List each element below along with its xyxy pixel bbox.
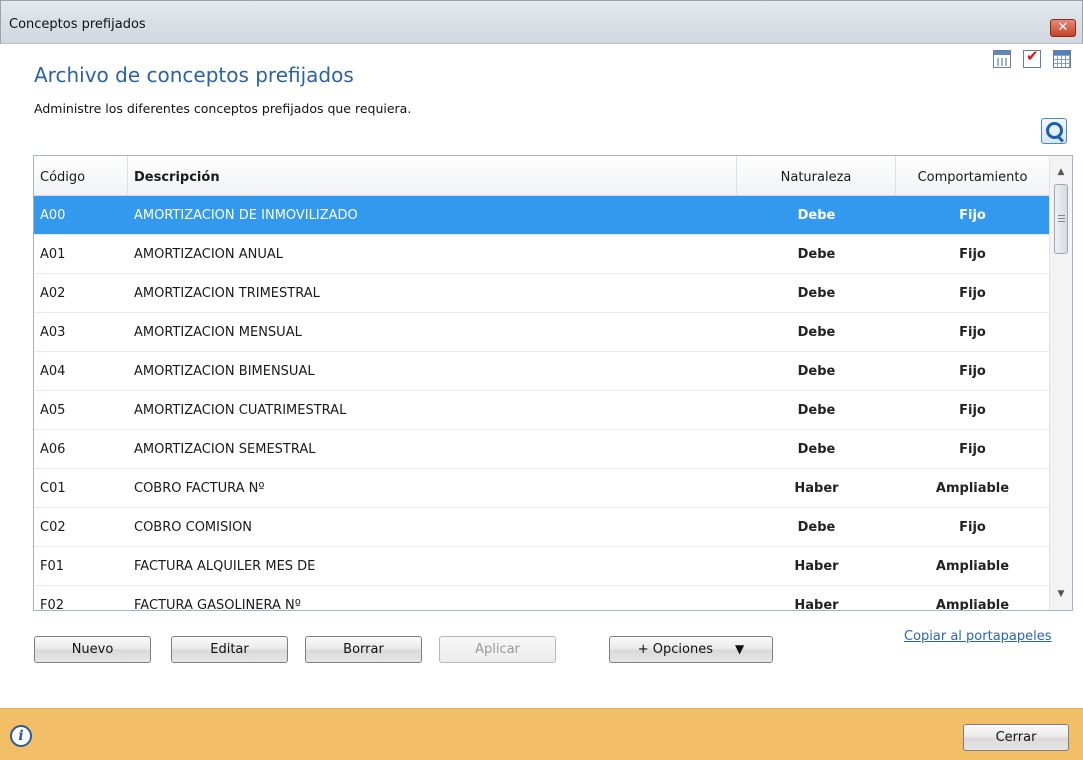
window-title: Conceptos prefijados: [9, 17, 146, 32]
chevron-down-icon: ▼: [735, 642, 745, 656]
table-row[interactable]: F02 FACTURA GASOLINERA Nº Haber Ampliable: [34, 586, 1049, 611]
column-header-behavior[interactable]: Comportamiento: [896, 156, 1049, 196]
search-button[interactable]: [1041, 118, 1067, 144]
grid-calendar-icon[interactable]: [1053, 50, 1071, 68]
cell-behavior: Fijo: [959, 442, 986, 457]
cell-code: A01: [40, 247, 66, 262]
cell-nature: Debe: [797, 403, 836, 418]
cell-code: F02: [40, 598, 65, 611]
cell-code: C01: [40, 481, 66, 496]
page-title: Archivo de conceptos prefijados: [34, 63, 354, 87]
table-row[interactable]: A01 AMORTIZACION ANUAL Debe Fijo: [34, 235, 1049, 274]
cell-behavior: Fijo: [959, 247, 986, 262]
cell-code: C02: [40, 520, 66, 535]
scroll-thumb[interactable]: [1054, 184, 1068, 254]
scroll-down-arrow-icon[interactable]: ▼: [1050, 584, 1072, 604]
cell-code: A00: [40, 208, 66, 223]
cell-description: AMORTIZACION SEMESTRAL: [134, 442, 316, 457]
cell-description: AMORTIZACION BIMENSUAL: [134, 364, 315, 379]
table-row[interactable]: A06 AMORTIZACION SEMESTRAL Debe Fijo: [34, 430, 1049, 469]
cell-description: COBRO FACTURA Nº: [134, 481, 265, 496]
table-row[interactable]: C01 COBRO FACTURA Nº Haber Ampliable: [34, 469, 1049, 508]
cell-nature: Debe: [797, 208, 836, 223]
table-body: A00 AMORTIZACION DE INMOVILIZADO Debe Fijo A…: [34, 196, 1049, 611]
cell-description: FACTURA GASOLINERA Nº: [134, 598, 301, 611]
cell-behavior: Ampliable: [935, 559, 1010, 574]
column-header-code[interactable]: Código: [34, 156, 128, 196]
options-label: + Opciones: [637, 642, 713, 657]
cell-description: COBRO COMISION: [134, 520, 253, 535]
cell-nature: Debe: [797, 247, 836, 262]
cell-code: A02: [40, 286, 66, 301]
table-header: Código Descripción Naturaleza Comportami…: [34, 156, 1049, 196]
table-row[interactable]: A02 AMORTIZACION TRIMESTRAL Debe Fijo: [34, 274, 1049, 313]
checklist-icon[interactable]: [1023, 47, 1041, 68]
close-icon: ✕: [1057, 20, 1069, 35]
new-button[interactable]: Nuevo: [34, 636, 151, 663]
table-row[interactable]: A04 AMORTIZACION BIMENSUAL Debe Fijo: [34, 352, 1049, 391]
cell-nature: Debe: [797, 325, 836, 340]
cell-nature: Debe: [797, 520, 836, 535]
page-subtitle: Administre los diferentes conceptos pref…: [34, 101, 412, 116]
column-header-nature[interactable]: Naturaleza: [737, 156, 896, 196]
cell-description: AMORTIZACION MENSUAL: [134, 325, 302, 340]
cell-nature: Haber: [794, 481, 839, 496]
toolbar-icons: [993, 47, 1071, 68]
scroll-up-arrow-icon[interactable]: ▲: [1050, 162, 1072, 182]
cell-behavior: Fijo: [959, 325, 986, 340]
info-icon[interactable]: i: [10, 725, 32, 747]
table-row[interactable]: C02 COBRO COMISION Debe Fijo: [34, 508, 1049, 547]
cell-behavior: Fijo: [959, 520, 986, 535]
table-row[interactable]: A00 AMORTIZACION DE INMOVILIZADO Debe Fijo: [34, 196, 1049, 235]
cell-behavior: Fijo: [959, 403, 986, 418]
delete-button[interactable]: Borrar: [305, 636, 422, 663]
window-titlebar: Conceptos prefijados ✕: [0, 0, 1083, 44]
column-header-description[interactable]: Descripción: [128, 156, 737, 196]
cell-behavior: Fijo: [959, 364, 986, 379]
table-scrollbar[interactable]: ▲ ▼: [1049, 156, 1072, 610]
cell-description: AMORTIZACION ANUAL: [134, 247, 284, 262]
cell-description: AMORTIZACION CUATRIMESTRAL: [134, 403, 347, 418]
cell-behavior: Fijo: [959, 208, 986, 223]
table-row[interactable]: F01 FACTURA ALQUILER MES DE Haber Ampliable: [34, 547, 1049, 586]
cell-behavior: Fijo: [959, 286, 986, 301]
cell-description: FACTURA ALQUILER MES DE: [134, 559, 316, 574]
table-row[interactable]: A05 AMORTIZACION CUATRIMESTRAL Debe Fijo: [34, 391, 1049, 430]
close-button[interactable]: Cerrar: [963, 724, 1069, 751]
cell-nature: Haber: [794, 598, 839, 611]
window-close-button[interactable]: ✕: [1050, 19, 1076, 37]
options-dropdown-button[interactable]: + Opciones ▼: [609, 636, 773, 663]
cell-code: A06: [40, 442, 66, 457]
calendar-icon[interactable]: [993, 50, 1011, 68]
table-row[interactable]: A03 AMORTIZACION MENSUAL Debe Fijo: [34, 313, 1049, 352]
cell-nature: Debe: [797, 442, 836, 457]
concepts-table: Código Descripción Naturaleza Comportami…: [33, 155, 1073, 611]
cell-code: A04: [40, 364, 66, 379]
cell-behavior: Ampliable: [935, 481, 1010, 496]
cell-code: A03: [40, 325, 66, 340]
cell-nature: Haber: [794, 559, 839, 574]
cell-nature: Debe: [797, 364, 836, 379]
cell-code: F01: [40, 559, 65, 574]
cell-description: AMORTIZACION DE INMOVILIZADO: [134, 208, 358, 223]
copy-to-clipboard-link[interactable]: Copiar al portapapeles: [904, 629, 1052, 644]
cell-behavior: Ampliable: [935, 598, 1010, 611]
apply-button[interactable]: Aplicar: [439, 636, 556, 663]
footer-bar: i Cerrar: [0, 708, 1083, 760]
cell-code: A05: [40, 403, 66, 418]
edit-button[interactable]: Editar: [171, 636, 288, 663]
cell-nature: Debe: [797, 286, 836, 301]
cell-description: AMORTIZACION TRIMESTRAL: [134, 286, 320, 301]
